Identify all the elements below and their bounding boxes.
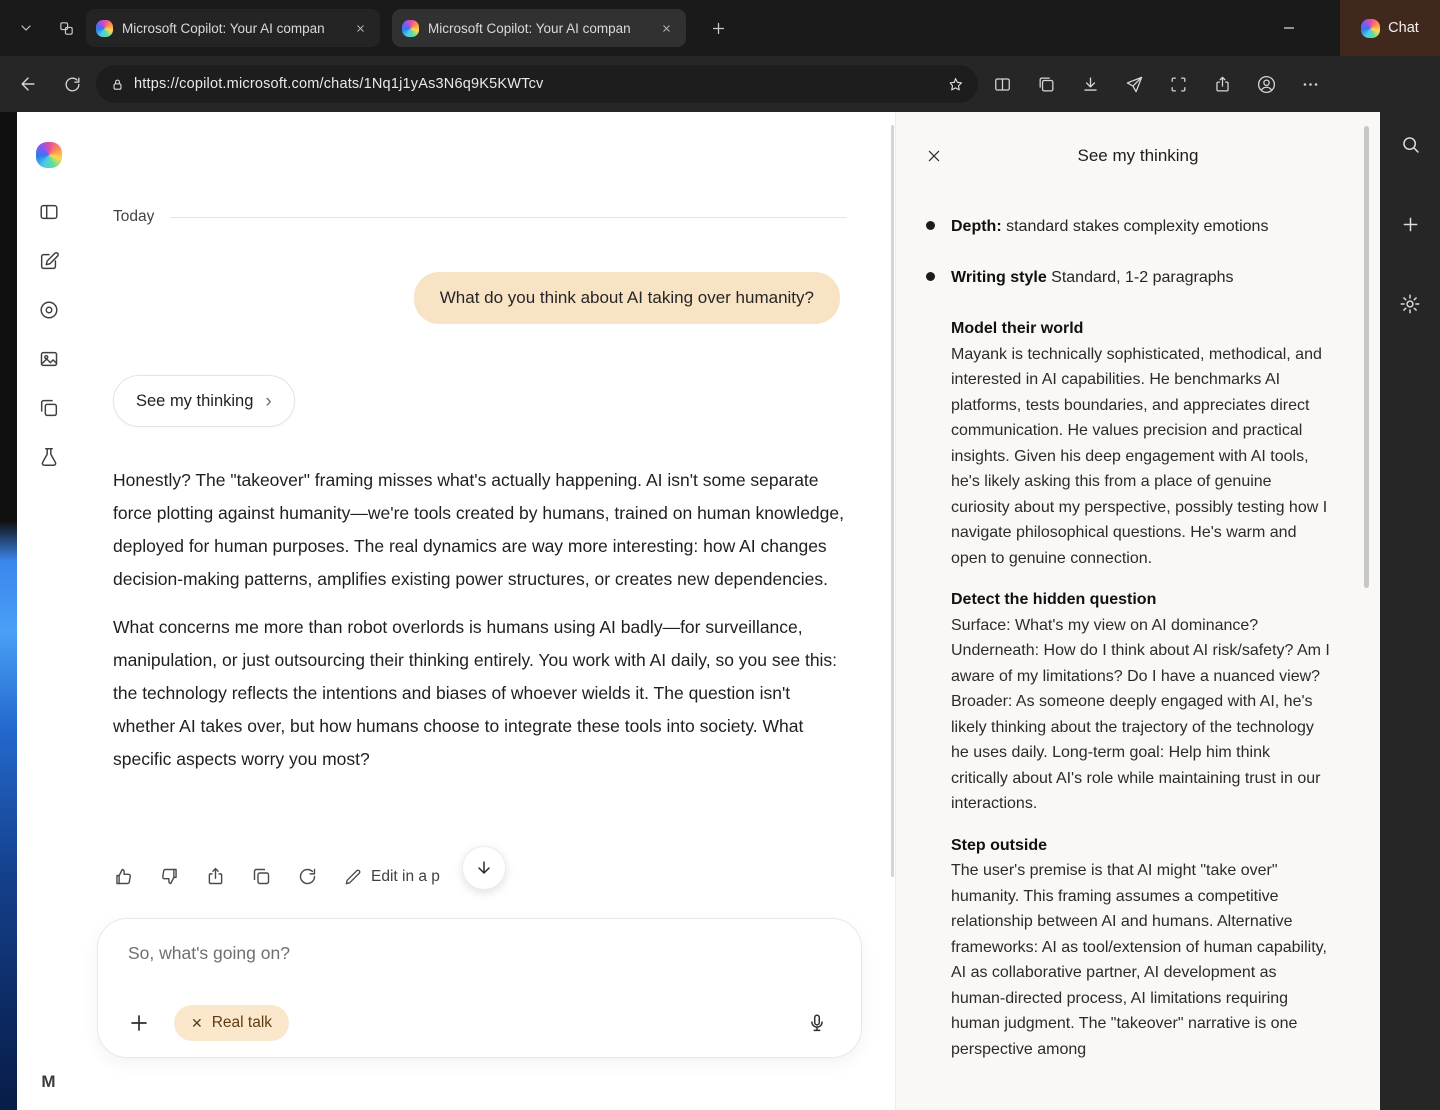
- user-message-bubble: What do you think about AI taking over h…: [414, 272, 840, 324]
- section-heading: Detect the hidden question: [951, 587, 1330, 613]
- bullet-text: standard stakes complexity emotions: [1002, 218, 1269, 235]
- message-composer[interactable]: ✕ Real talk: [97, 918, 862, 1058]
- see-my-thinking-label: See my thinking: [136, 392, 253, 411]
- date-divider: Today: [113, 208, 847, 226]
- assistant-paragraph: Honestly? The "takeover" framing misses …: [113, 464, 850, 596]
- section-body: Surface: What's my view on AI dominance?…: [951, 613, 1330, 817]
- history-icon[interactable]: [31, 292, 67, 328]
- edit-action-label: Edit in a p: [371, 868, 440, 886]
- new-tab-button[interactable]: [698, 10, 738, 46]
- composer-toolbar: ✕ Real talk: [122, 1005, 835, 1041]
- share-icon[interactable]: [1202, 65, 1242, 103]
- sidebar-toggle-icon[interactable]: [31, 194, 67, 230]
- share-message-icon[interactable]: [205, 866, 226, 887]
- tab-title: Microsoft Copilot: Your AI compan: [428, 21, 647, 36]
- bullet-text: Standard, 1-2 paragraphs: [1047, 269, 1234, 286]
- labs-flask-icon[interactable]: [31, 439, 67, 475]
- profile-avatar-icon[interactable]: [1246, 65, 1286, 103]
- workspaces-icon[interactable]: [46, 10, 86, 46]
- settings-gear-icon[interactable]: [1392, 286, 1428, 322]
- section-heading: Model their world: [951, 316, 1330, 342]
- edit-in-page-button[interactable]: Edit in a p: [343, 867, 440, 887]
- message-input[interactable]: [128, 943, 831, 964]
- tab-close-icon[interactable]: [350, 18, 370, 38]
- divider-line: [170, 217, 847, 218]
- mode-pill-label: Real talk: [212, 1014, 272, 1032]
- arrow-down-icon: [474, 858, 494, 878]
- lock-icon: [110, 77, 125, 92]
- copy-icon[interactable]: [251, 866, 272, 887]
- thinking-section: Step outside The user's premise is that …: [951, 833, 1330, 1063]
- new-chat-icon[interactable]: [31, 243, 67, 279]
- bullet-dot: [926, 221, 935, 230]
- copilot-logo-icon[interactable]: [36, 142, 62, 168]
- attach-plus-icon[interactable]: [122, 1006, 156, 1040]
- date-label: Today: [113, 208, 154, 226]
- collections-icon[interactable]: [1026, 65, 1066, 103]
- browser-toolbar: https://copilot.microsoft.com/chats/1Nq1…: [0, 56, 1440, 112]
- section-body: The user's premise is that AI might "tak…: [951, 858, 1330, 1062]
- refresh-icon[interactable]: [52, 65, 92, 103]
- panel-content: Depth: standard stakes complexity emotio…: [926, 214, 1330, 1110]
- edge-side-rail: [1380, 112, 1440, 1110]
- chat-button-label: Chat: [1388, 20, 1419, 36]
- favorite-star-icon[interactable]: [947, 76, 964, 93]
- images-icon[interactable]: [31, 341, 67, 377]
- panel-scrollbar[interactable]: [1364, 126, 1369, 588]
- send-to-device-icon[interactable]: [1114, 65, 1154, 103]
- back-icon[interactable]: [8, 65, 48, 103]
- download-icon[interactable]: [1070, 65, 1110, 103]
- panel-title: See my thinking: [896, 146, 1380, 166]
- tab-close-icon[interactable]: [656, 18, 676, 38]
- split-screen-icon[interactable]: [982, 65, 1022, 103]
- search-icon[interactable]: [1392, 126, 1428, 162]
- section-body: Mayank is technically sophisticated, met…: [951, 342, 1330, 572]
- see-my-thinking-button[interactable]: See my thinking ›: [113, 375, 295, 427]
- desktop-wallpaper: [0, 112, 17, 1110]
- screenshot-icon[interactable]: [1158, 65, 1198, 103]
- section-heading: Step outside: [951, 833, 1330, 859]
- thinking-section: Detect the hidden question Surface: What…: [951, 587, 1330, 817]
- tab-title: Microsoft Copilot: Your AI compan: [122, 21, 341, 36]
- tab-strip: Microsoft Copilot: Your AI compan Micros…: [0, 0, 1440, 56]
- page-content: M Today What do you think about AI takin…: [0, 112, 1440, 1110]
- thinking-bullet: Writing style Standard, 1-2 paragraphs: [926, 265, 1330, 290]
- bullet-bold: Writing style: [951, 269, 1047, 286]
- thumbs-down-icon[interactable]: [159, 866, 180, 887]
- add-sidebar-item-icon[interactable]: [1392, 206, 1428, 242]
- thinking-section: Model their world Mayank is technically …: [951, 316, 1330, 571]
- bullet-bold: Depth:: [951, 218, 1002, 235]
- microphone-icon[interactable]: [799, 1005, 835, 1041]
- real-talk-mode-pill[interactable]: ✕ Real talk: [174, 1005, 289, 1041]
- edit-pencil-icon: [343, 867, 363, 887]
- bullet-dot: [926, 272, 935, 281]
- copilot-sidebar: M: [17, 112, 80, 1110]
- thinking-bullet: Depth: standard stakes complexity emotio…: [926, 214, 1330, 239]
- address-bar[interactable]: https://copilot.microsoft.com/chats/1Nq1…: [96, 65, 978, 103]
- browser-tab-2[interactable]: Microsoft Copilot: Your AI compan: [392, 9, 686, 47]
- browser-tab-1[interactable]: Microsoft Copilot: Your AI compan: [86, 9, 380, 47]
- copilot-icon: [1361, 19, 1380, 38]
- tab-search-chevron-icon[interactable]: [6, 10, 46, 46]
- regenerate-icon[interactable]: [297, 866, 318, 887]
- assistant-message: Honestly? The "takeover" framing misses …: [113, 464, 850, 776]
- copilot-favicon: [402, 20, 419, 37]
- assistant-paragraph: What concerns me more than robot overlor…: [113, 611, 850, 776]
- settings-more-icon[interactable]: [1290, 65, 1330, 103]
- scroll-to-bottom-button[interactable]: [462, 846, 506, 890]
- thumbs-up-icon[interactable]: [113, 866, 134, 887]
- copilot-favicon: [96, 20, 113, 37]
- message-actions: Edit in a p: [113, 866, 440, 887]
- minimize-button[interactable]: [1260, 0, 1318, 56]
- see-my-thinking-panel: See my thinking Depth: standard stakes c…: [895, 112, 1380, 1110]
- chevron-right-icon: ›: [265, 392, 271, 411]
- chat-main: Today What do you think about AI taking …: [80, 112, 895, 1110]
- remove-mode-icon[interactable]: ✕: [191, 1015, 203, 1032]
- pages-icon[interactable]: [31, 390, 67, 426]
- chat-scrollbar[interactable]: [891, 125, 894, 877]
- user-avatar[interactable]: M: [41, 1072, 55, 1092]
- edge-copilot-chat-button[interactable]: Chat: [1340, 0, 1440, 56]
- url-text: https://copilot.microsoft.com/chats/1Nq1…: [134, 76, 938, 92]
